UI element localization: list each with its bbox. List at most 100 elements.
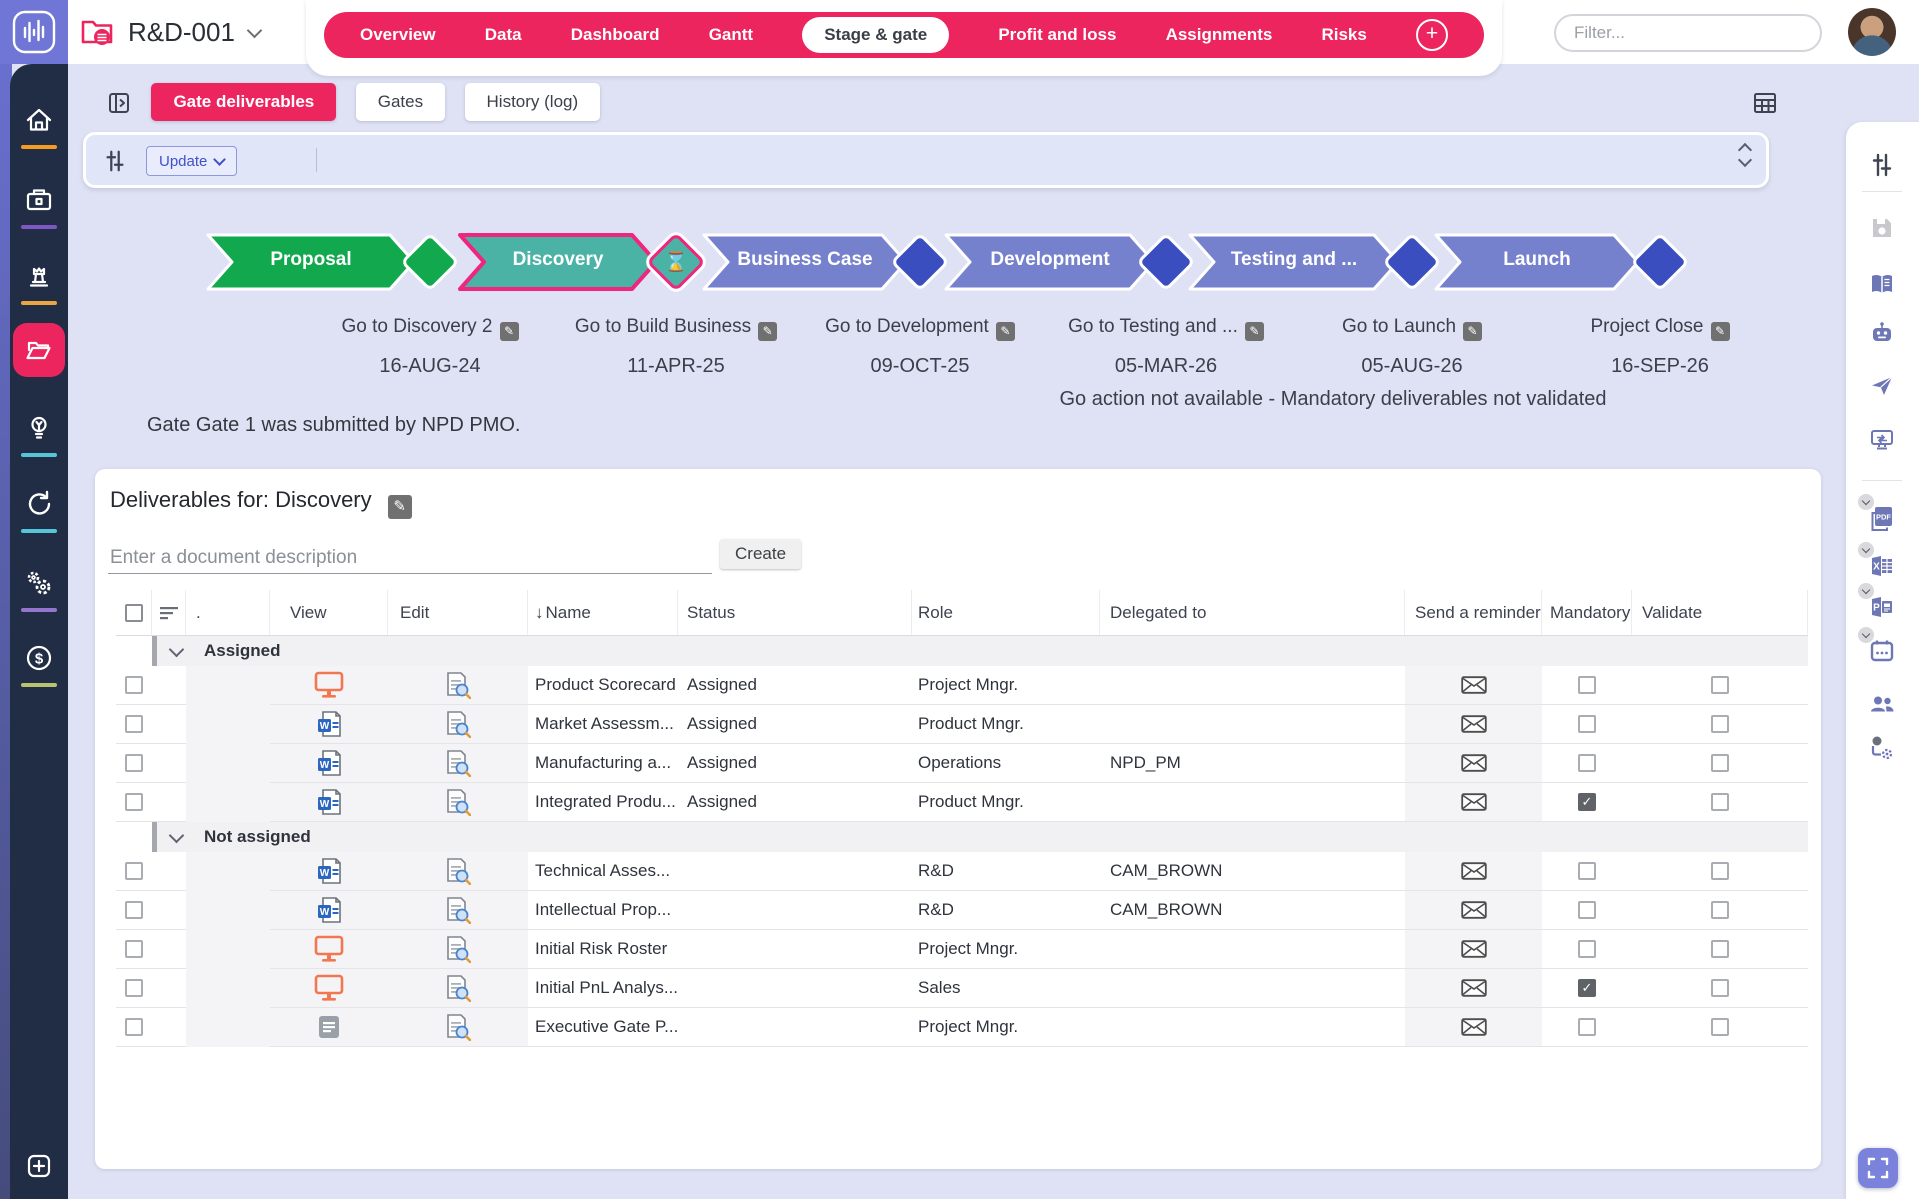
subtab-gates[interactable]: Gates — [356, 83, 445, 121]
user-avatar[interactable] — [1848, 8, 1896, 56]
group-header-assigned[interactable]: Assigned — [116, 636, 1808, 666]
expand-panel-icon[interactable] — [107, 91, 131, 115]
table-row[interactable]: W Market Assessm... Assigned Product Mng… — [116, 705, 1808, 744]
row-checkbox[interactable] — [125, 862, 143, 880]
tab-assignments[interactable]: Assignments — [1166, 25, 1273, 45]
ppt-options-badge[interactable] — [1858, 583, 1874, 599]
filter-settings-icon[interactable] — [102, 148, 128, 179]
mandatory-checkbox[interactable] — [1578, 715, 1596, 733]
presentation-display-icon[interactable] — [1864, 422, 1900, 458]
edit-gate-icon[interactable]: ✎ — [758, 322, 777, 341]
view-html-icon[interactable] — [270, 666, 388, 704]
validate-checkbox[interactable] — [1711, 901, 1729, 919]
mandatory-checkbox[interactable] — [1578, 1018, 1596, 1036]
document-description-input[interactable] — [108, 543, 712, 574]
export-pdf-icon[interactable]: PDF — [1864, 500, 1900, 536]
edit-gate-icon[interactable]: ✎ — [996, 322, 1015, 341]
row-checkbox[interactable] — [125, 793, 143, 811]
edit-document-icon[interactable] — [388, 783, 528, 821]
fullscreen-button[interactable] — [1858, 1148, 1898, 1188]
edit-document-icon[interactable] — [388, 1008, 528, 1046]
stage-discovery-current[interactable]: Discovery — [458, 233, 658, 291]
mandatory-checkbox[interactable] — [1578, 901, 1596, 919]
table-row[interactable]: W Manufacturing a... Assigned Operations… — [116, 744, 1808, 783]
create-button[interactable]: Create — [720, 539, 801, 569]
column-header-edit[interactable]: Edit — [388, 590, 528, 635]
sidebar-item-strategy[interactable] — [10, 259, 68, 305]
view-html-icon[interactable] — [270, 969, 388, 1007]
table-row[interactable]: W Intellectual Prop... R&D CAM_BROWN — [116, 891, 1808, 930]
subtab-gate-deliverables[interactable]: Gate deliverables — [151, 83, 336, 121]
filter-input[interactable] — [1554, 14, 1822, 52]
edit-document-icon[interactable] — [388, 852, 528, 890]
mandatory-checkbox[interactable] — [1578, 862, 1596, 880]
table-row[interactable]: Initial PnL Analys... Sales — [116, 969, 1808, 1008]
calendar-icon[interactable] — [1864, 633, 1900, 669]
send-reminder-icon[interactable] — [1405, 891, 1542, 929]
column-header-validate[interactable]: Validate — [1632, 590, 1808, 635]
column-header-send-reminder[interactable]: Send a reminder — [1405, 590, 1542, 635]
table-row[interactable]: Executive Gate P... Project Mngr. — [116, 1008, 1808, 1047]
validate-checkbox[interactable] — [1711, 940, 1729, 958]
select-all-checkbox[interactable] — [125, 604, 143, 622]
calendar-options-badge[interactable] — [1858, 627, 1874, 643]
project-dropdown-icon[interactable] — [247, 22, 263, 38]
row-checkbox[interactable] — [125, 901, 143, 919]
table-row[interactable]: Initial Risk Roster Project Mngr. — [116, 930, 1808, 969]
column-header-status[interactable]: Status — [678, 590, 912, 635]
pdf-options-badge[interactable] — [1858, 494, 1874, 510]
validate-checkbox[interactable] — [1711, 1018, 1729, 1036]
add-tab-icon[interactable]: + — [1416, 19, 1448, 51]
edit-document-icon[interactable] — [388, 744, 528, 782]
mandatory-checkbox[interactable] — [1578, 676, 1596, 694]
sidebar-item-home[interactable] — [10, 103, 68, 149]
stage-proposal[interactable]: Proposal — [206, 233, 416, 291]
users-icon[interactable] — [1864, 686, 1900, 722]
sort-menu-icon[interactable] — [152, 590, 186, 635]
mandatory-checkbox[interactable] — [1578, 754, 1596, 772]
send-icon[interactable] — [1864, 368, 1900, 404]
tab-stage-and-gate[interactable]: Stage & gate — [802, 17, 949, 53]
row-checkbox[interactable] — [125, 940, 143, 958]
subtab-history-log[interactable]: History (log) — [465, 83, 601, 121]
edit-document-icon[interactable] — [388, 930, 528, 968]
sidebar-item-ideas[interactable] — [10, 411, 68, 457]
view-word-icon[interactable]: W — [270, 744, 388, 782]
tab-gantt[interactable]: Gantt — [709, 25, 753, 45]
record-settings-icon[interactable] — [1864, 729, 1900, 765]
mandatory-checkbox[interactable] — [1578, 940, 1596, 958]
send-reminder-icon[interactable] — [1405, 1008, 1542, 1046]
row-checkbox[interactable] — [125, 715, 143, 733]
send-reminder-icon[interactable] — [1405, 705, 1542, 743]
export-excel-icon[interactable]: X — [1864, 548, 1900, 584]
send-reminder-icon[interactable] — [1405, 930, 1542, 968]
stage-launch[interactable]: Launch — [1434, 233, 1640, 291]
view-word-icon[interactable]: W — [270, 783, 388, 821]
send-reminder-icon[interactable] — [1405, 969, 1542, 1007]
sidebar-item-add[interactable] — [10, 1149, 68, 1183]
mandatory-checkbox-checked[interactable] — [1578, 793, 1596, 811]
table-row[interactable]: Product Scorecard Assigned Project Mngr. — [116, 666, 1808, 705]
edit-document-icon[interactable] — [388, 891, 528, 929]
sidebar-item-sync[interactable] — [10, 487, 68, 533]
edit-gate-icon[interactable]: ✎ — [1711, 322, 1730, 341]
send-reminder-icon[interactable] — [1405, 744, 1542, 782]
export-powerpoint-icon[interactable]: P — [1864, 589, 1900, 625]
sidebar-item-finance[interactable]: $ — [10, 641, 68, 687]
validate-checkbox[interactable] — [1711, 862, 1729, 880]
send-reminder-icon[interactable] — [1405, 666, 1542, 704]
view-html-icon[interactable] — [270, 930, 388, 968]
assistant-robot-icon[interactable] — [1864, 315, 1900, 351]
documentation-icon[interactable] — [1864, 266, 1900, 302]
edit-gate-icon[interactable]: ✎ — [1245, 322, 1264, 341]
edit-document-icon[interactable] — [388, 705, 528, 743]
collapse-toolbar-icon[interactable] — [1740, 145, 1750, 165]
send-reminder-icon[interactable] — [1405, 783, 1542, 821]
stage-development[interactable]: Development — [944, 233, 1156, 291]
table-view-icon[interactable] — [1753, 92, 1777, 119]
app-logo[interactable] — [0, 0, 68, 64]
view-word-icon[interactable]: W — [270, 891, 388, 929]
mandatory-checkbox-checked[interactable] — [1578, 979, 1596, 997]
row-checkbox[interactable] — [125, 676, 143, 694]
save-icon[interactable] — [1864, 210, 1900, 246]
